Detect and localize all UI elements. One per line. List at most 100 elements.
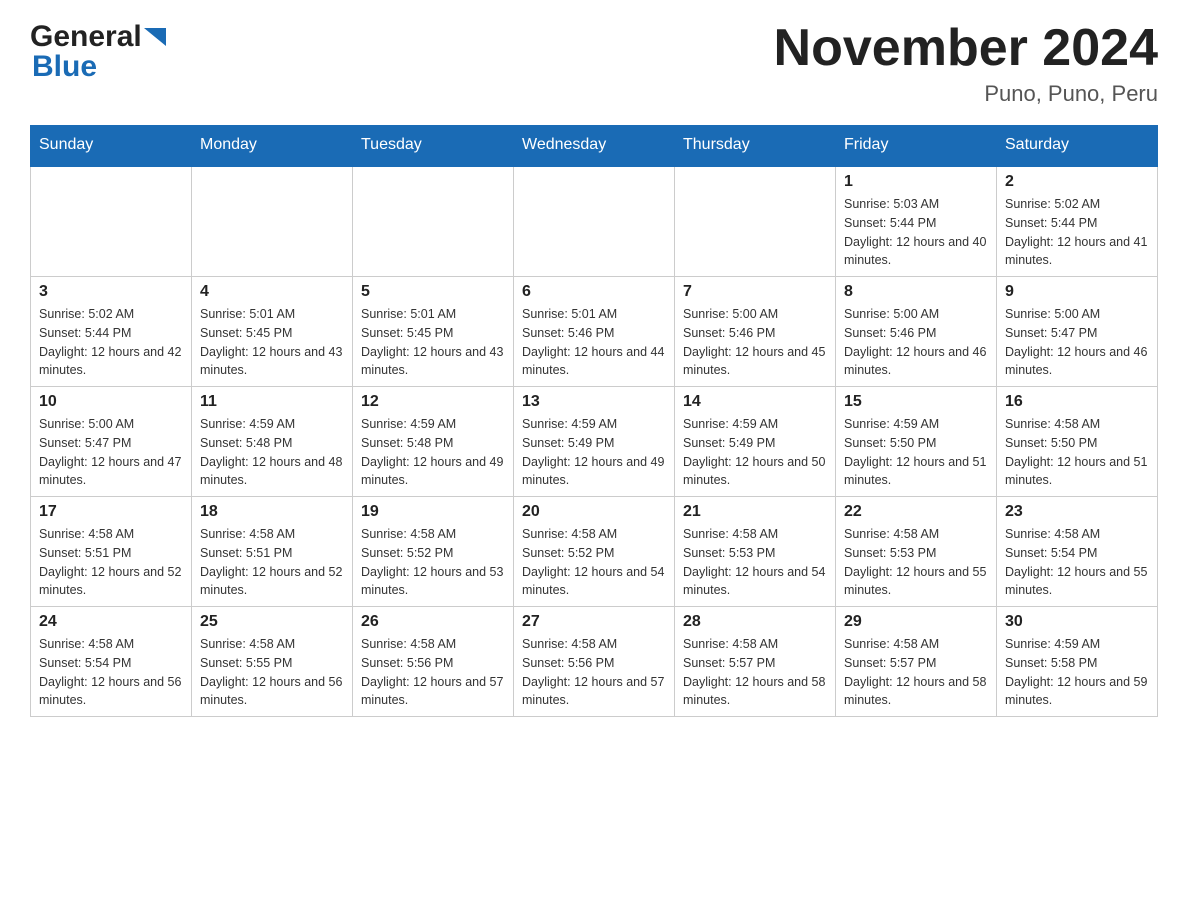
sun-info: Sunrise: 4:59 AMSunset: 5:48 PMDaylight:… <box>200 415 344 490</box>
day-number: 23 <box>1005 503 1149 521</box>
calendar-cell: 29Sunrise: 4:58 AMSunset: 5:57 PMDayligh… <box>836 607 997 717</box>
sun-info: Sunrise: 5:03 AMSunset: 5:44 PMDaylight:… <box>844 195 988 270</box>
calendar-cell: 16Sunrise: 4:58 AMSunset: 5:50 PMDayligh… <box>997 387 1158 497</box>
day-number: 6 <box>522 283 666 301</box>
calendar-cell <box>192 166 353 277</box>
calendar-cell: 30 Sunrise: 4:59 AMSunset: 5:58 PMDayligh… <box>997 607 1158 717</box>
day-number: 17 <box>39 503 183 521</box>
logo: General Blue <box>30 20 166 84</box>
calendar-cell: 26 Sunrise: 4:58 AMSunset: 5:56 PMDayligh… <box>353 607 514 717</box>
sun-info: Sunrise: 4:58 AMSunset: 5:51 PMDaylight:… <box>200 525 344 600</box>
calendar-cell <box>514 166 675 277</box>
sun-info: Sunrise: 4:59 AMSunset: 5:49 PMDaylight:… <box>683 415 827 490</box>
weekday-header-friday: Friday <box>836 126 997 166</box>
day-number: 4 <box>200 283 344 301</box>
day-number: 22 <box>844 503 988 521</box>
day-number: 30 <box>1005 613 1149 631</box>
calendar-cell: 28 Sunrise: 4:58 AMSunset: 5:57 PMDayligh… <box>675 607 836 717</box>
calendar-cell: 2 Sunrise: 5:02 AMSunset: 5:44 PMDaylight… <box>997 166 1158 277</box>
title-section: November 2024 Puno, Puno, Peru <box>774 20 1158 107</box>
sun-info: Sunrise: 5:02 AMSunset: 5:44 PMDaylight:… <box>1005 195 1149 270</box>
calendar-cell: 27 Sunrise: 4:58 AMSunset: 5:56 PMDayligh… <box>514 607 675 717</box>
day-number: 16 <box>1005 393 1149 411</box>
calendar-cell: 11Sunrise: 4:59 AMSunset: 5:48 PMDayligh… <box>192 387 353 497</box>
month-title: November 2024 <box>774 20 1158 77</box>
logo-general: General <box>30 20 142 54</box>
sun-info: Sunrise: 4:59 AMSunset: 5:49 PMDaylight:… <box>522 415 666 490</box>
calendar-cell: 13 Sunrise: 4:59 AMSunset: 5:49 PMDayligh… <box>514 387 675 497</box>
calendar-cell: 5 Sunrise: 5:01 AMSunset: 5:45 PMDaylight… <box>353 277 514 387</box>
sun-info: Sunrise: 4:58 AMSunset: 5:51 PMDaylight:… <box>39 525 183 600</box>
calendar-cell: 9Sunrise: 5:00 AMSunset: 5:47 PMDaylight… <box>997 277 1158 387</box>
logo-triangle-icon <box>144 28 166 50</box>
sun-info: Sunrise: 4:59 AMSunset: 5:48 PMDaylight:… <box>361 415 505 490</box>
day-number: 1 <box>844 173 988 191</box>
calendar-cell: 23 Sunrise: 4:58 AMSunset: 5:54 PMDayligh… <box>997 497 1158 607</box>
sun-info: Sunrise: 4:58 AMSunset: 5:55 PMDaylight:… <box>200 635 344 710</box>
calendar-cell: 15 Sunrise: 4:59 AMSunset: 5:50 PMDayligh… <box>836 387 997 497</box>
calendar-cell: 6 Sunrise: 5:01 AMSunset: 5:46 PMDaylight… <box>514 277 675 387</box>
weekday-header-thursday: Thursday <box>675 126 836 166</box>
calendar-cell: 17 Sunrise: 4:58 AMSunset: 5:51 PMDayligh… <box>31 497 192 607</box>
weekday-header-tuesday: Tuesday <box>353 126 514 166</box>
calendar-week-1: 1 Sunrise: 5:03 AMSunset: 5:44 PMDaylight… <box>31 166 1158 277</box>
calendar-cell: 3Sunrise: 5:02 AMSunset: 5:44 PMDaylight… <box>31 277 192 387</box>
calendar-cell: 1 Sunrise: 5:03 AMSunset: 5:44 PMDaylight… <box>836 166 997 277</box>
sun-info: Sunrise: 5:00 AMSunset: 5:46 PMDaylight:… <box>844 305 988 380</box>
day-number: 19 <box>361 503 505 521</box>
sun-info: Sunrise: 4:59 AMSunset: 5:58 PMDaylight:… <box>1005 635 1149 710</box>
calendar-week-4: 17 Sunrise: 4:58 AMSunset: 5:51 PMDayligh… <box>31 497 1158 607</box>
day-number: 24 <box>39 613 183 631</box>
sun-info: Sunrise: 5:00 AMSunset: 5:46 PMDaylight:… <box>683 305 827 380</box>
calendar-cell: 24 Sunrise: 4:58 AMSunset: 5:54 PMDayligh… <box>31 607 192 717</box>
calendar-cell: 18Sunrise: 4:58 AMSunset: 5:51 PMDayligh… <box>192 497 353 607</box>
calendar-cell: 19 Sunrise: 4:58 AMSunset: 5:52 PMDayligh… <box>353 497 514 607</box>
day-number: 20 <box>522 503 666 521</box>
calendar-cell: 25Sunrise: 4:58 AMSunset: 5:55 PMDayligh… <box>192 607 353 717</box>
day-number: 27 <box>522 613 666 631</box>
calendar-cell: 14Sunrise: 4:59 AMSunset: 5:49 PMDayligh… <box>675 387 836 497</box>
calendar-week-2: 3Sunrise: 5:02 AMSunset: 5:44 PMDaylight… <box>31 277 1158 387</box>
calendar-cell: 22 Sunrise: 4:58 AMSunset: 5:53 PMDayligh… <box>836 497 997 607</box>
sun-info: Sunrise: 5:01 AMSunset: 5:45 PMDaylight:… <box>361 305 505 380</box>
location: Puno, Puno, Peru <box>774 81 1158 107</box>
sun-info: Sunrise: 4:59 AMSunset: 5:50 PMDaylight:… <box>844 415 988 490</box>
day-number: 28 <box>683 613 827 631</box>
day-number: 7 <box>683 283 827 301</box>
day-number: 15 <box>844 393 988 411</box>
calendar-cell: 20Sunrise: 4:58 AMSunset: 5:52 PMDayligh… <box>514 497 675 607</box>
day-number: 12 <box>361 393 505 411</box>
day-number: 2 <box>1005 173 1149 191</box>
sun-info: Sunrise: 4:58 AMSunset: 5:53 PMDaylight:… <box>683 525 827 600</box>
calendar-cell: 10 Sunrise: 5:00 AMSunset: 5:47 PMDayligh… <box>31 387 192 497</box>
sun-info: Sunrise: 4:58 AMSunset: 5:52 PMDaylight:… <box>361 525 505 600</box>
calendar-cell: 8Sunrise: 5:00 AMSunset: 5:46 PMDaylight… <box>836 277 997 387</box>
sun-info: Sunrise: 4:58 AMSunset: 5:57 PMDaylight:… <box>683 635 827 710</box>
calendar-week-3: 10 Sunrise: 5:00 AMSunset: 5:47 PMDayligh… <box>31 387 1158 497</box>
sun-info: Sunrise: 5:01 AMSunset: 5:46 PMDaylight:… <box>522 305 666 380</box>
day-number: 10 <box>39 393 183 411</box>
day-number: 29 <box>844 613 988 631</box>
sun-info: Sunrise: 4:58 AMSunset: 5:54 PMDaylight:… <box>1005 525 1149 600</box>
sun-info: Sunrise: 4:58 AMSunset: 5:53 PMDaylight:… <box>844 525 988 600</box>
calendar-table: SundayMondayTuesdayWednesdayThursdayFrid… <box>30 125 1158 717</box>
day-number: 26 <box>361 613 505 631</box>
weekday-header-monday: Monday <box>192 126 353 166</box>
calendar-cell <box>31 166 192 277</box>
calendar-cell <box>675 166 836 277</box>
sun-info: Sunrise: 4:58 AMSunset: 5:54 PMDaylight:… <box>39 635 183 710</box>
sun-info: Sunrise: 4:58 AMSunset: 5:56 PMDaylight:… <box>522 635 666 710</box>
day-number: 9 <box>1005 283 1149 301</box>
day-number: 5 <box>361 283 505 301</box>
weekday-header-wednesday: Wednesday <box>514 126 675 166</box>
calendar-cell <box>353 166 514 277</box>
calendar-cell: 7 Sunrise: 5:00 AMSunset: 5:46 PMDaylight… <box>675 277 836 387</box>
calendar-week-5: 24 Sunrise: 4:58 AMSunset: 5:54 PMDayligh… <box>31 607 1158 717</box>
day-number: 21 <box>683 503 827 521</box>
sun-info: Sunrise: 5:01 AMSunset: 5:45 PMDaylight:… <box>200 305 344 380</box>
day-number: 13 <box>522 393 666 411</box>
calendar-cell: 12 Sunrise: 4:59 AMSunset: 5:48 PMDayligh… <box>353 387 514 497</box>
weekday-header-sunday: Sunday <box>31 126 192 166</box>
sun-info: Sunrise: 5:00 AMSunset: 5:47 PMDaylight:… <box>39 415 183 490</box>
sun-info: Sunrise: 4:58 AMSunset: 5:56 PMDaylight:… <box>361 635 505 710</box>
